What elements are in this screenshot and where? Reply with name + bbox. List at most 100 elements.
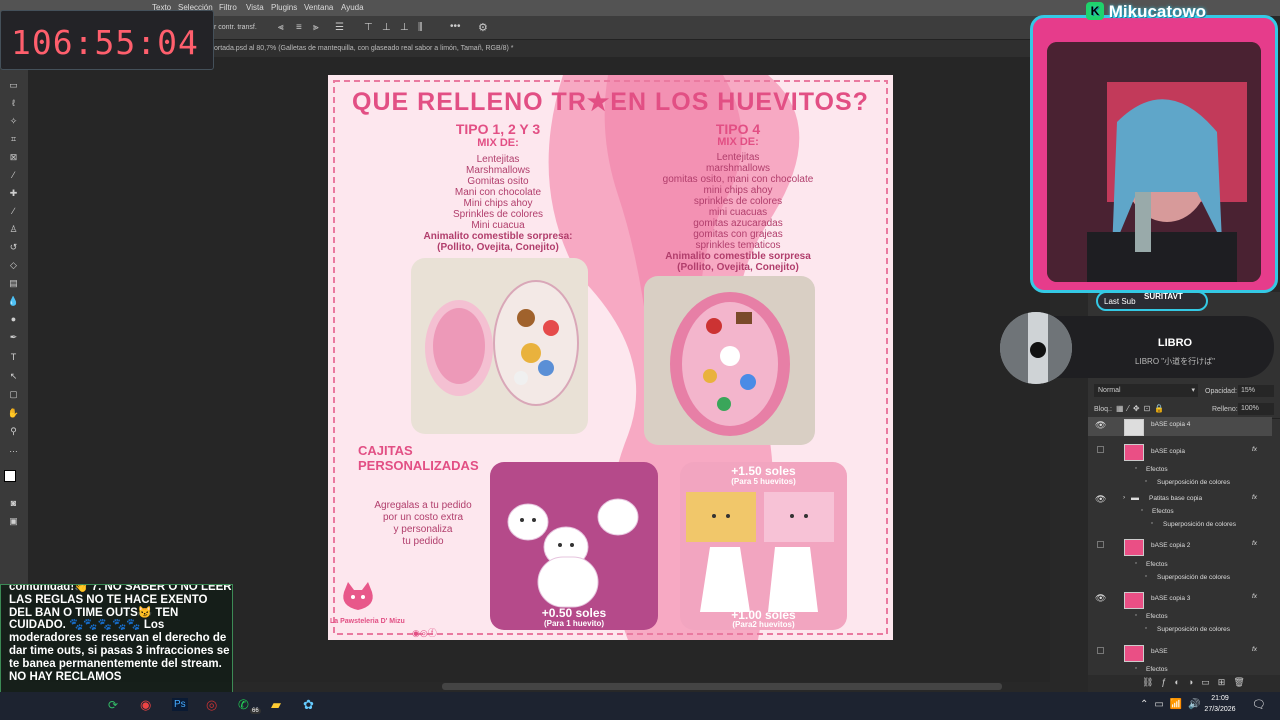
blend-mode-select[interactable]: Normal ▾	[1094, 384, 1198, 397]
visibility-toggle[interactable]	[1097, 541, 1104, 548]
fx-icon[interactable]: fx	[1252, 646, 1257, 653]
eye-icon[interactable]: 👁	[1095, 420, 1106, 431]
more-tools-icon[interactable]: …	[7, 444, 20, 454]
eye-icon[interactable]: 👁	[1095, 593, 1106, 604]
magic-wand-icon[interactable]: ✧	[7, 116, 20, 126]
col1-list: Lentejitas Marshmallows Gomitas osito Ma…	[368, 154, 628, 253]
music-widget: LIBRO LIBRO "小道を行けば"	[1000, 312, 1274, 384]
app-icon[interactable]: ⟳	[108, 698, 118, 712]
eye-icon[interactable]: 👁	[1095, 494, 1106, 505]
col1-mix: MIX DE:	[477, 137, 519, 149]
distribute-vertical-icon[interactable]: ⫼	[418, 22, 423, 33]
hand-tool-icon[interactable]: ✋	[7, 408, 20, 418]
visibility-toggle[interactable]	[1097, 647, 1104, 654]
align-center-icon[interactable]: ≡	[296, 22, 302, 33]
webcam-feed	[1047, 42, 1261, 282]
document-tab[interactable]: ortada.psd al 80,7% (Galletas de mantequ…	[214, 45, 513, 52]
layer-name: bASE copia	[1151, 448, 1185, 455]
gear-icon[interactable]: ⚙	[478, 21, 488, 34]
marquee-tool-icon[interactable]: ▭	[7, 80, 20, 90]
align-middle-icon[interactable]: ⊥	[382, 22, 391, 33]
fill-input[interactable]: 100%	[1238, 403, 1274, 415]
system-tray-icons[interactable]: ⌃▭📶🔊	[1140, 699, 1207, 710]
egg-photo-2	[644, 276, 815, 445]
eyedropper-icon[interactable]: ⁄	[7, 170, 20, 180]
layer-effect-row[interactable]: ◦ Superposición de colores	[1088, 625, 1272, 644]
eye-icon[interactable]: ◦	[1145, 573, 1147, 580]
menu-filtro[interactable]: Filtro	[219, 3, 237, 12]
col2-item: mini cuacuas	[708, 207, 768, 218]
layer-row[interactable]: bASE copia 2 fx	[1088, 537, 1272, 556]
screen-mode-icon[interactable]: ▣	[7, 516, 20, 526]
layer-row[interactable]: 👁 bASE copia 4	[1088, 417, 1272, 436]
path-select-icon[interactable]: ↖	[7, 371, 20, 381]
type-tool-icon[interactable]: T	[7, 352, 20, 362]
document-canvas[interactable]: QUE RELLENO TR★EN LOS HUEVITOS? TIPO 1, …	[328, 75, 893, 640]
fx-icon[interactable]: fx	[1252, 540, 1257, 547]
app-icon[interactable]: ✿	[303, 697, 314, 713]
col1-item: Lentejitas	[476, 154, 520, 165]
healing-brush-icon[interactable]: ✚	[7, 188, 20, 198]
zoom-tool-icon[interactable]: ⚲	[7, 426, 20, 436]
horizontal-scrollbar[interactable]	[442, 683, 1002, 690]
visibility-toggle[interactable]	[1097, 446, 1104, 453]
dodge-tool-icon[interactable]: ●	[7, 314, 20, 324]
stamp-tool-icon[interactable]: ♙	[7, 224, 20, 234]
eraser-tool-icon[interactable]: ◇	[7, 260, 20, 270]
layer-row[interactable]: bASE copia fx	[1088, 442, 1272, 461]
eye-icon[interactable]: ◦	[1145, 478, 1147, 485]
gradient-tool-icon[interactable]: ▤	[7, 278, 20, 288]
fx-icon[interactable]: fx	[1252, 494, 1257, 501]
notification-center-icon[interactable]: 🗨	[1252, 698, 1266, 711]
opacity-input[interactable]: 15%	[1238, 385, 1274, 397]
layer-name: bASE	[1151, 648, 1168, 655]
lock-icons[interactable]: ▦⁄✥⊡🔒	[1116, 404, 1168, 413]
lasso-tool-icon[interactable]: ℓ	[7, 98, 20, 108]
rectangle-tool-icon[interactable]: ▢	[7, 389, 20, 399]
eye-icon[interactable]: ◦	[1151, 520, 1153, 527]
more-options-icon[interactable]: •••	[450, 21, 461, 32]
frame-tool-icon[interactable]: ⊠	[7, 152, 20, 162]
egg-photo-1	[411, 258, 588, 434]
col1-item: Marshmallows	[466, 165, 530, 176]
align-right-icon[interactable]: ⫸	[313, 22, 319, 33]
layer-row[interactable]: 👁 bASE copia 3 fx	[1088, 590, 1272, 609]
blur-tool-icon[interactable]: 💧	[7, 296, 20, 306]
menu-ayuda[interactable]: Ayuda	[341, 3, 364, 12]
chrome-icon[interactable]: ◉	[140, 697, 151, 713]
crop-tool-icon[interactable]: ⌗	[7, 134, 20, 144]
cajitas-line: por un costo extra	[382, 512, 464, 523]
quick-mask-icon[interactable]: ◙	[7, 498, 20, 508]
col1-item: Sprinkles de colores	[452, 209, 544, 220]
menu-ventana[interactable]: Ventana	[304, 3, 333, 12]
chevron-right-icon[interactable]: ›	[1123, 494, 1125, 501]
whatsapp-icon[interactable]: ✆	[238, 697, 249, 713]
history-brush-icon[interactable]: ↺	[7, 242, 20, 252]
file-explorer-icon[interactable]: ▰	[271, 697, 281, 713]
eye-icon[interactable]: ◦	[1141, 507, 1143, 514]
eye-icon[interactable]: ◦	[1145, 625, 1147, 632]
layer-effects-row[interactable]: ◦ Efectos	[1088, 665, 1272, 684]
eye-icon[interactable]: ◦	[1135, 560, 1137, 567]
menu-plugins[interactable]: Plugins	[271, 3, 297, 12]
layer-row[interactable]: bASE fx	[1088, 643, 1272, 662]
distribute-icon[interactable]: ☰	[335, 22, 344, 33]
photoshop-icon[interactable]: Ps	[172, 698, 188, 711]
brush-tool-icon[interactable]: ∕	[7, 206, 20, 216]
align-top-icon[interactable]: ⊤	[364, 22, 373, 33]
menu-vista[interactable]: Vista	[246, 3, 264, 12]
col2-mix: MIX DE:	[717, 136, 759, 148]
align-bottom-icon[interactable]: ⊥	[400, 22, 409, 33]
eye-icon[interactable]: ◦	[1135, 665, 1137, 672]
eye-icon[interactable]: ◦	[1135, 465, 1137, 472]
pen-tool-icon[interactable]: ✒	[7, 332, 20, 342]
transform-controls-label[interactable]: r contr. transf.	[214, 24, 257, 31]
fx-icon[interactable]: fx	[1252, 446, 1257, 453]
flyer-title: QUE RELLENO TR★EN LOS HUEVITOS?	[352, 88, 869, 116]
align-left-icon[interactable]: ⫷	[278, 22, 284, 33]
col2-item: Lentejitas	[716, 152, 760, 163]
foreground-color-swatch[interactable]	[4, 470, 16, 482]
obs-icon[interactable]: ◎	[206, 697, 217, 713]
fx-icon[interactable]: fx	[1252, 593, 1257, 600]
eye-icon[interactable]: ◦	[1135, 612, 1137, 619]
